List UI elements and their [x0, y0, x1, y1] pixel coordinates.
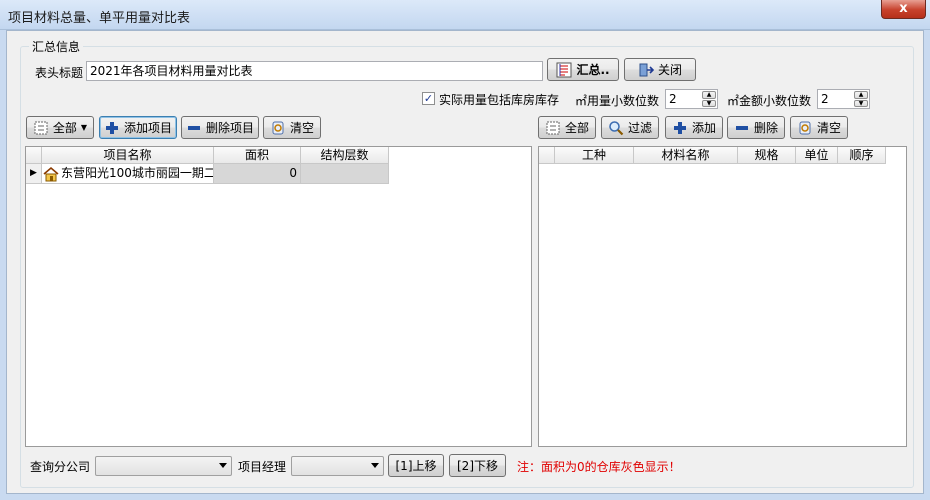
column-header-order[interactable]: 顺序 — [838, 147, 886, 163]
qty-decimals-value: 2 — [669, 92, 677, 106]
spin-down-icon[interactable]: ▼ — [702, 99, 716, 107]
include-warehouse-checkbox[interactable]: ✓ — [422, 92, 435, 105]
amount-decimals-value: 2 — [821, 92, 829, 106]
row-indicator-header — [539, 147, 555, 163]
row-pointer-icon: ▶ — [26, 164, 42, 184]
left-clear-label: 清空 — [289, 121, 314, 135]
summary-button-label: 汇总.. — [576, 63, 610, 77]
right-all-button[interactable]: 全部 — [538, 116, 596, 139]
qty-decimals-spinner[interactable]: 2 ▲ ▼ — [665, 89, 718, 109]
column-header-floors[interactable]: 结构层数 — [301, 147, 389, 163]
right-all-label: 全部 — [564, 121, 589, 135]
title-bar: 项目材料总量、单平用量对比表 x — [0, 0, 930, 30]
summary-button[interactable]: 汇总.. — [547, 58, 619, 81]
qty-decimals-label: ㎡用量小数位数 — [575, 94, 660, 108]
close-button[interactable]: 关闭 — [624, 58, 696, 81]
minus-icon — [734, 120, 750, 136]
cell-area[interactable]: 0 — [214, 164, 301, 184]
window-close-button[interactable]: x — [881, 0, 926, 19]
spin-up-icon[interactable]: ▲ — [854, 91, 868, 99]
branch-label: 查询分公司 — [30, 460, 91, 474]
filter-button[interactable]: 过滤 — [601, 116, 659, 139]
select-all-icon — [545, 120, 561, 136]
left-clear-button[interactable]: 清空 — [263, 116, 321, 139]
material-grid-header: 工种 材料名称 规格 单位 顺序 — [539, 147, 886, 164]
add-project-label: 添加项目 — [123, 121, 172, 135]
dialog-client: 汇总信息 表头标题 2021年各项目材料用量对比表 汇总.. 关闭 ✓ 实际用量… — [6, 30, 924, 494]
window-title: 项目材料总量、单平用量对比表 — [8, 11, 191, 26]
column-header-spec[interactable]: 规格 — [738, 147, 796, 163]
amount-decimals-label: ㎡金额小数位数 — [727, 94, 812, 108]
table-row[interactable]: ▶ 东营阳光100城市丽园一期二 0 — [26, 164, 389, 184]
column-header-material-name[interactable]: 材料名称 — [634, 147, 738, 163]
clear-icon — [270, 120, 286, 136]
move-up-button[interactable]: [1]上移 — [388, 454, 444, 477]
clear-icon — [797, 120, 813, 136]
column-header-unit[interactable]: 单位 — [796, 147, 838, 163]
project-grid[interactable]: 项目名称 面积 结构层数 ▶ 东营阳光100城市丽园一期二 0 — [25, 146, 532, 447]
minus-icon — [186, 120, 202, 136]
cell-project-name[interactable]: 东营阳光100城市丽园一期二 — [42, 164, 214, 184]
amount-decimals-arrows[interactable]: ▲ ▼ — [854, 91, 868, 107]
manager-label: 项目经理 — [238, 460, 287, 474]
include-warehouse-label: 实际用量包括库房库存 — [439, 93, 560, 107]
add-project-button[interactable]: 添加项目 — [99, 116, 177, 139]
close-button-label: 关闭 — [657, 63, 682, 77]
move-down-button[interactable]: [2]下移 — [449, 454, 506, 477]
delete-button[interactable]: 删除 — [727, 116, 785, 139]
left-all-dropdown-button[interactable]: 全部 ▼ — [26, 116, 94, 139]
amount-decimals-spinner[interactable]: 2 ▲ ▼ — [817, 89, 870, 109]
add-button[interactable]: 添加 — [665, 116, 723, 139]
header-title-label: 表头标题 — [35, 66, 84, 80]
delete-label: 删除 — [753, 121, 778, 135]
spin-down-icon[interactable]: ▼ — [854, 99, 868, 107]
chevron-down-icon[interactable] — [219, 463, 227, 468]
select-all-icon — [33, 120, 49, 136]
project-name-text: 东营阳光100城市丽园一期二 — [61, 166, 214, 180]
right-clear-button[interactable]: 清空 — [790, 116, 848, 139]
column-header-trade[interactable]: 工种 — [555, 147, 634, 163]
summary-group-label: 汇总信息 — [29, 38, 84, 55]
delete-project-label: 删除项目 — [205, 121, 254, 135]
project-grid-header: 项目名称 面积 结构层数 — [26, 147, 389, 164]
plus-icon — [672, 120, 688, 136]
column-header-project-name[interactable]: 项目名称 — [42, 147, 214, 163]
qty-decimals-arrows[interactable]: ▲ ▼ — [702, 91, 716, 107]
add-label: 添加 — [691, 121, 716, 135]
grey-warehouse-note: 注：面积为0的仓库灰色显示！ — [517, 460, 681, 474]
chevron-down-icon[interactable] — [371, 463, 379, 468]
manager-combobox[interactable] — [291, 456, 384, 476]
exit-door-icon — [638, 62, 655, 78]
summary-icon — [556, 62, 572, 78]
right-clear-label: 清空 — [816, 121, 841, 135]
header-title-input[interactable]: 2021年各项目材料用量对比表 — [86, 61, 543, 81]
left-all-label: 全部 — [52, 121, 77, 135]
column-header-area[interactable]: 面积 — [214, 147, 301, 163]
cell-floors[interactable] — [301, 164, 389, 184]
plus-icon — [104, 120, 120, 136]
filter-label: 过滤 — [627, 121, 652, 135]
house-icon — [43, 166, 59, 182]
chevron-down-icon: ▼ — [80, 123, 88, 132]
row-indicator-header — [26, 147, 42, 163]
magnifier-icon — [608, 120, 624, 136]
material-grid[interactable]: 工种 材料名称 规格 单位 顺序 — [538, 146, 907, 447]
spin-up-icon[interactable]: ▲ — [702, 91, 716, 99]
branch-combobox[interactable] — [95, 456, 232, 476]
delete-project-button[interactable]: 删除项目 — [181, 116, 259, 139]
